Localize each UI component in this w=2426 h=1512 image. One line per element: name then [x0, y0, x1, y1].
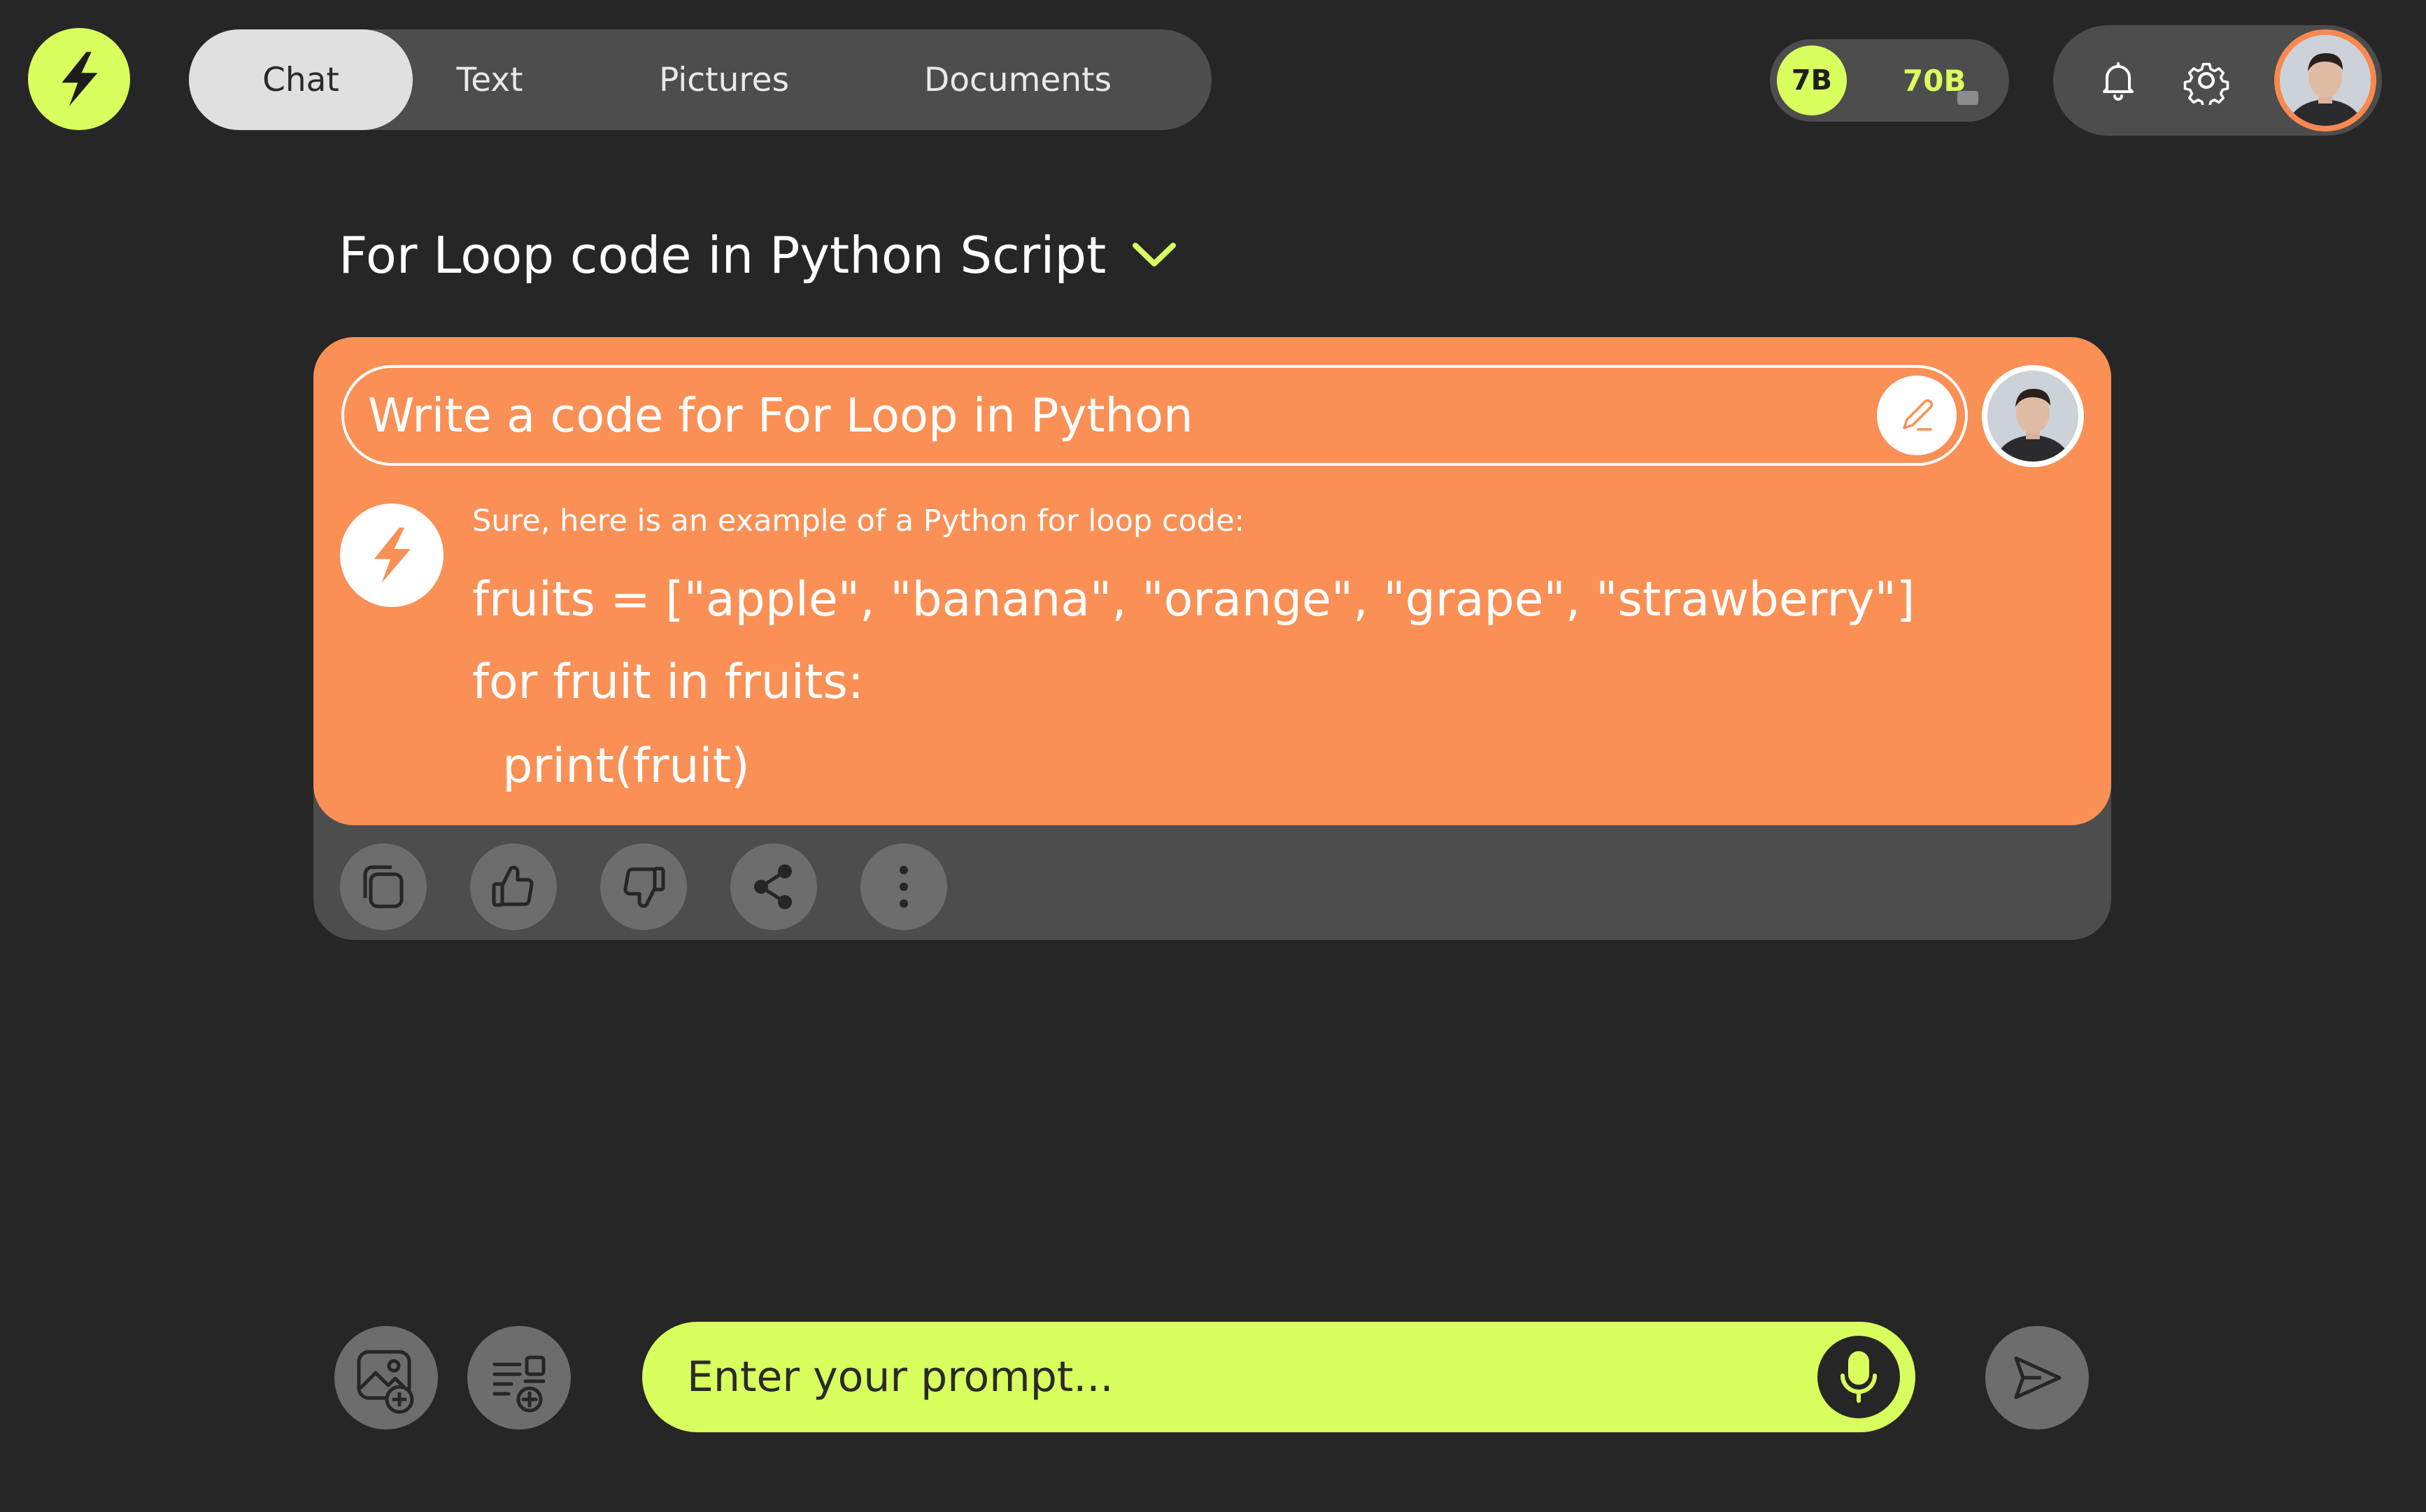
chat-title-dropdown[interactable]: For Loop code in Python Script	[339, 220, 1179, 290]
tab-documents[interactable]: Documents	[888, 29, 1147, 130]
code-line-2: for fruit in fruits:	[472, 655, 864, 710]
bolt-icon	[374, 527, 411, 583]
mode-tabs: Chat Text Pictures Documents	[189, 29, 1212, 130]
bell-icon[interactable]	[2094, 56, 2143, 105]
copy-button[interactable]	[340, 843, 427, 930]
tab-text[interactable]: Text	[420, 29, 560, 130]
like-button[interactable]	[470, 843, 557, 930]
model-70b-option[interactable]: 70B	[1903, 39, 1966, 122]
model-switch[interactable]: 7B 70B	[1770, 39, 2009, 122]
more-options-button[interactable]	[860, 843, 947, 930]
send-button[interactable]	[1985, 1326, 2089, 1429]
assistant-reply-intro: Sure, here is an example of a Python for…	[472, 504, 1245, 539]
thumbs-up-icon	[492, 865, 534, 907]
pencil-icon	[1903, 399, 1934, 431]
user-message-text: Write a code for For Loop in Python	[368, 388, 1193, 443]
user-message: Write a code for For Loop in Python	[341, 365, 1968, 466]
add-document-icon	[492, 1355, 546, 1413]
add-image-button[interactable]	[334, 1326, 438, 1429]
more-icon	[900, 866, 908, 908]
bolt-icon	[62, 52, 98, 106]
assistant-avatar	[340, 504, 444, 607]
send-icon	[2014, 1356, 2062, 1399]
prompt-bar	[642, 1322, 1915, 1432]
user-avatar[interactable]	[2274, 29, 2376, 131]
copy-icon	[363, 865, 404, 908]
lock-icon	[1957, 91, 1978, 105]
code-line-3: print(fruit)	[472, 739, 750, 794]
thumbs-down-icon	[623, 866, 665, 908]
add-image-icon	[357, 1350, 414, 1414]
share-button[interactable]	[730, 843, 817, 930]
edit-message-button[interactable]	[1877, 376, 1957, 455]
microphone-icon	[1840, 1351, 1877, 1403]
app-logo[interactable]	[28, 28, 130, 130]
share-icon	[754, 864, 792, 909]
tab-pictures[interactable]: Pictures	[637, 29, 811, 130]
gear-icon[interactable]	[2182, 56, 2231, 105]
chevron-down-icon	[1133, 243, 1177, 266]
tab-chat[interactable]: Chat	[189, 29, 413, 130]
prompt-input[interactable]	[686, 1322, 1735, 1432]
user-message-avatar	[1982, 365, 2084, 467]
microphone-button[interactable]	[1817, 1336, 1900, 1418]
add-document-button[interactable]	[467, 1326, 571, 1429]
code-line-1: fruits = ["apple", "banana", "orange", "…	[472, 572, 1915, 627]
user-toolbar	[2053, 25, 2382, 136]
dislike-button[interactable]	[600, 843, 687, 930]
model-7b-option[interactable]: 7B	[1777, 45, 1847, 115]
chat-title: For Loop code in Python Script	[339, 226, 1107, 285]
